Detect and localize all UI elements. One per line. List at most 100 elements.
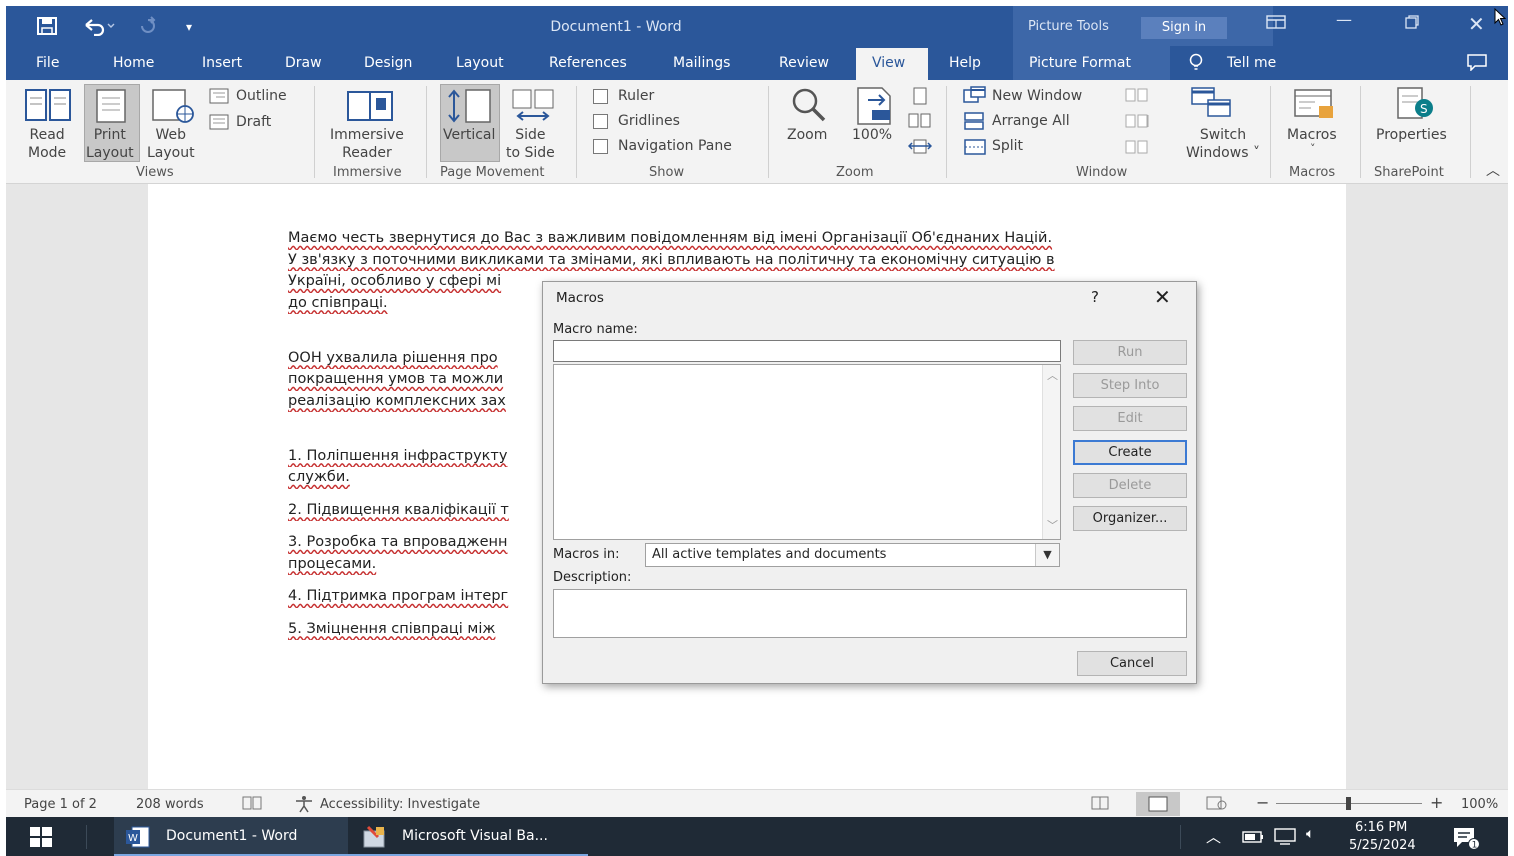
taskbar-vba-item[interactable]: Microsoft Visual Ba... <box>348 817 588 856</box>
print-layout-icon[interactable] <box>94 88 128 128</box>
proofing-icon[interactable] <box>242 795 262 815</box>
gridlines-checkbox[interactable] <box>593 114 608 129</box>
outline-icon[interactable] <box>209 88 229 108</box>
view-side-by-side-icon[interactable] <box>1124 86 1150 108</box>
ribbon-display-options-icon[interactable] <box>1266 14 1286 33</box>
macros-in-value: All active templates and documents <box>652 547 887 562</box>
immersive-reader-button[interactable]: Immersive Reader <box>330 126 404 162</box>
notifications-icon[interactable]: 1 <box>1452 826 1480 854</box>
word-count[interactable]: 208 words <box>136 797 204 812</box>
tab-review[interactable]: Review <box>779 55 829 71</box>
tab-view[interactable]: View <box>872 55 905 71</box>
windows-start-icon[interactable] <box>30 827 52 851</box>
comments-icon[interactable] <box>1466 53 1488 75</box>
chevron-down-icon[interactable]: ▼ <box>1035 544 1059 566</box>
network-icon[interactable] <box>1274 828 1296 850</box>
properties-button[interactable]: Properties <box>1376 126 1447 144</box>
zoom-out-button[interactable]: − <box>1256 793 1269 812</box>
tab-insert[interactable]: Insert <box>202 55 242 71</box>
delete-button[interactable]: Delete <box>1073 473 1187 498</box>
run-button[interactable]: Run <box>1073 340 1187 365</box>
close-window-icon[interactable]: ✕ <box>1468 12 1485 36</box>
zoom-slider-thumb[interactable] <box>1346 797 1351 810</box>
print-layout-view-button[interactable] <box>1136 792 1180 816</box>
synchronous-scrolling-icon[interactable] <box>1124 112 1150 134</box>
macro-name-input[interactable] <box>553 340 1061 362</box>
step-into-button[interactable]: Step Into <box>1073 373 1187 398</box>
create-button[interactable]: Create <box>1073 440 1187 465</box>
macro-list-scrollbar[interactable]: ︿ ﹀ <box>1042 365 1060 539</box>
tab-design[interactable]: Design <box>364 55 412 71</box>
macros-in-select[interactable]: All active templates and documents ▼ <box>645 543 1060 567</box>
sign-in-button[interactable]: Sign in <box>1141 17 1227 39</box>
scroll-down-icon[interactable]: ﹀ <box>1047 517 1058 533</box>
tab-mailings[interactable]: Mailings <box>673 55 730 71</box>
split-button[interactable]: Split <box>992 138 1023 154</box>
vertical-icon[interactable] <box>446 88 492 128</box>
clock-date[interactable]: 5/25/2024 <box>1349 838 1416 853</box>
split-icon[interactable] <box>963 138 987 160</box>
clock-time[interactable]: 6:16 PM <box>1355 820 1407 835</box>
accessibility-icon[interactable] <box>292 795 316 817</box>
web-layout-button[interactable]: Web Layout <box>147 126 195 162</box>
navigation-pane-checkbox[interactable] <box>593 139 608 154</box>
tell-me-search[interactable]: Tell me <box>1227 55 1276 71</box>
multiple-pages-icon[interactable] <box>908 112 932 134</box>
zoom-button[interactable]: Zoom <box>787 126 827 144</box>
side-to-side-icon[interactable] <box>511 88 555 128</box>
battery-icon[interactable] <box>1242 831 1264 847</box>
ruler-checkbox[interactable] <box>593 89 608 104</box>
outline-button[interactable]: Outline <box>236 88 287 104</box>
collapse-ribbon-icon[interactable]: ︿ <box>1486 160 1500 180</box>
group-separator <box>1270 86 1271 178</box>
zoom-icon[interactable] <box>788 86 832 130</box>
one-page-icon[interactable] <box>910 86 930 110</box>
properties-icon[interactable]: S <box>1394 86 1438 126</box>
show-hidden-icons-icon[interactable]: ︿ <box>1206 826 1221 847</box>
new-window-icon[interactable] <box>963 86 987 108</box>
switch-windows-icon[interactable] <box>1190 86 1234 126</box>
tab-file[interactable]: File <box>36 55 59 71</box>
switch-windows-button[interactable]: Switch Windows ˅ <box>1186 126 1260 162</box>
edit-button[interactable]: Edit <box>1073 406 1187 431</box>
tab-layout[interactable]: Layout <box>456 55 504 71</box>
arrange-all-button[interactable]: Arrange All <box>992 113 1070 129</box>
lightbulb-icon[interactable] <box>1188 53 1204 75</box>
help-button[interactable]: ? <box>1091 288 1099 306</box>
scroll-up-icon[interactable]: ︿ <box>1047 367 1058 383</box>
web-layout-icon[interactable] <box>151 88 195 128</box>
tab-home[interactable]: Home <box>113 55 154 71</box>
restore-icon[interactable] <box>1404 14 1420 34</box>
reset-window-position-icon[interactable] <box>1124 138 1150 160</box>
tab-references[interactable]: References <box>549 55 627 71</box>
volume-icon[interactable]: 🔈︎ <box>1306 826 1314 842</box>
macros-icon[interactable] <box>1293 86 1337 126</box>
arrange-all-icon[interactable] <box>963 112 987 134</box>
macro-list[interactable]: ︿ ﹀ <box>553 364 1061 540</box>
cancel-button[interactable]: Cancel <box>1077 651 1187 676</box>
web-layout-view-icon[interactable] <box>1206 795 1228 815</box>
accessibility-status[interactable]: Accessibility: Investigate <box>320 797 480 812</box>
tab-help[interactable]: Help <box>949 55 981 71</box>
read-mode-button[interactable]: Read Mode <box>28 126 66 162</box>
minimize-icon[interactable]: — <box>1336 10 1352 29</box>
organizer-button[interactable]: Organizer... <box>1073 506 1187 531</box>
new-window-button[interactable]: New Window <box>992 88 1082 104</box>
zoom-100-icon[interactable] <box>854 86 894 130</box>
focus-icon[interactable] <box>1090 795 1110 815</box>
read-mode-icon[interactable] <box>24 88 72 126</box>
draft-button[interactable]: Draft <box>236 114 271 130</box>
immersive-reader-icon[interactable] <box>346 88 396 128</box>
tab-picture-format[interactable]: Picture Format <box>1029 55 1131 71</box>
zoom-in-button[interactable]: + <box>1430 793 1443 812</box>
tab-draw[interactable]: Draw <box>285 55 322 71</box>
side-to-side-button[interactable]: Side to Side <box>506 126 555 162</box>
zoom-level[interactable]: 100% <box>1461 797 1498 812</box>
page-width-icon[interactable] <box>907 138 933 160</box>
taskbar-word-item[interactable]: W Document1 - Word <box>114 817 348 856</box>
close-icon[interactable]: ✕ <box>1154 285 1171 309</box>
zoom-100-button[interactable]: 100% <box>852 126 892 144</box>
page-count[interactable]: Page 1 of 2 <box>24 797 97 812</box>
draft-icon[interactable] <box>209 114 229 134</box>
macros-dropdown-icon[interactable]: ˅ <box>1310 140 1316 158</box>
